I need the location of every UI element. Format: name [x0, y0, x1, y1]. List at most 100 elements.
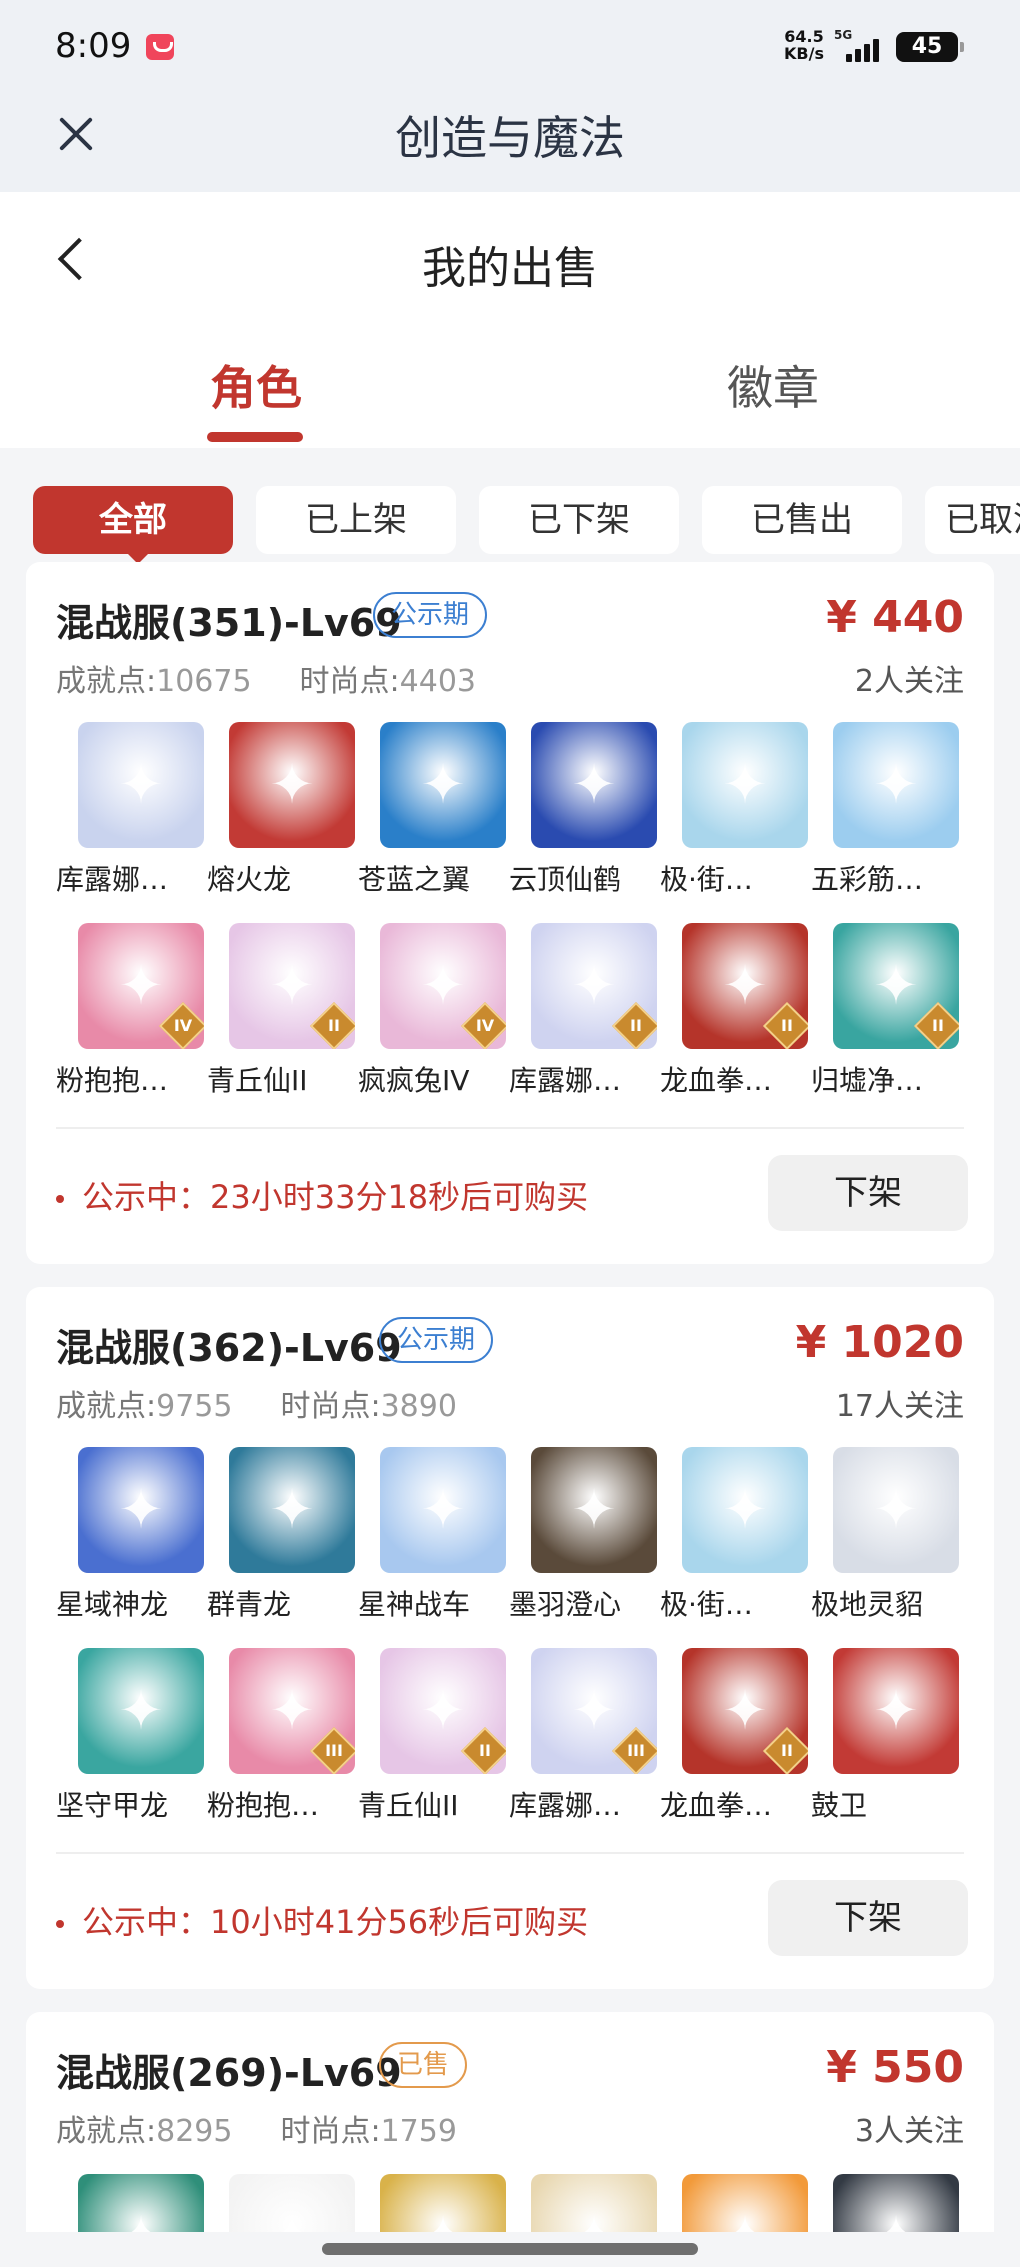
item-thumbnail: ✦ [78, 1447, 204, 1573]
item-art-icon: ✦ [118, 1478, 164, 1541]
item-tile[interactable]: ✦ 群青龙 [207, 1447, 357, 1621]
item-tile[interactable]: ✦ 熔火龙 [207, 722, 357, 896]
status-bar: 8:09 64.5 KB/s 5G 45 [0, 0, 1020, 90]
rank-label: II [630, 1016, 642, 1035]
item-tile[interactable]: ✦ II 龙血拳… [660, 923, 810, 1097]
listing-stats: 成就点:10675 时尚点:4403 [56, 656, 476, 700]
item-tile[interactable]: ✦ 星神战车 [358, 1447, 508, 1621]
rank-label: III [627, 1741, 645, 1760]
item-art-icon: ✦ [269, 753, 315, 816]
item-tile[interactable]: ✦ II 归墟净… [811, 923, 961, 1097]
delist-button[interactable]: 下架 [768, 1155, 968, 1231]
item-thumbnail: ✦ [229, 2174, 355, 2232]
item-name: 墨羽澄心 [509, 1588, 622, 1621]
fashion-label: 时尚点: [280, 2114, 381, 2149]
item-tile[interactable]: ✦ 星域神龙 [56, 1447, 206, 1621]
notice-text: 公示中：10小时41分56秒后可购买 [56, 1897, 588, 1943]
item-name: 龙血拳… [660, 1064, 773, 1097]
item-name: 青丘仙II [358, 1789, 459, 1822]
listing-card[interactable]: 混战服(351)-Lv69 公示期 成就点:10675 时尚点:4403 ¥ 44… [26, 562, 994, 1264]
listing-card[interactable]: 混战服(362)-Lv69 公示期 成就点:9755 时尚点:3890 ¥ 102… [26, 1287, 994, 1989]
item-name: 星神战车 [358, 1588, 471, 1621]
filter-all[interactable]: 全部 [33, 486, 233, 554]
item-art-icon: ✦ [269, 1478, 315, 1541]
filter-listed[interactable]: 已上架 [256, 486, 456, 554]
price: ¥ 550 [826, 2042, 964, 2093]
status-badge: 公示期 [379, 1317, 494, 1363]
item-art-icon: ✦ [420, 1478, 466, 1541]
item-tile[interactable]: ✦ II 库露娜… [509, 923, 659, 1097]
item-art-icon: ✦ [118, 1679, 164, 1742]
item-art-icon: ✦ [380, 2174, 506, 2232]
rank-label: II [781, 1741, 793, 1760]
item-name: 库露娜… [509, 1789, 622, 1822]
item-tile[interactable]: ✦ 鼓卫 [811, 1648, 961, 1822]
item-name: 坚守甲龙 [56, 1789, 169, 1822]
item-name: 五彩筋… [811, 863, 924, 896]
item-thumbnail: ✦ II [833, 923, 959, 1049]
item-tile[interactable]: ✦ II 青丘仙II [358, 1648, 508, 1822]
item-tile[interactable]: ✦ 墨羽澄心 [509, 1447, 659, 1621]
item-thumbnail: ✦ III [531, 1648, 657, 1774]
item-tile[interactable]: ✦ II 青丘仙II [207, 923, 357, 1097]
battery-icon: 45 [896, 32, 964, 62]
item-tile[interactable]: ✦ 坚守甲龙 [56, 1648, 206, 1822]
item-tile[interactable]: ✦ [56, 2174, 206, 2232]
item-art-icon: ✦ [78, 2174, 204, 2232]
item-tile[interactable]: ✦ 极·街… [660, 722, 810, 896]
item-tile[interactable]: ✦ [207, 2174, 357, 2232]
item-tile[interactable]: ✦ 云顶仙鹤 [509, 722, 659, 896]
fashion-value: 1759 [380, 2114, 457, 2149]
item-tile[interactable]: ✦ 极·街… [660, 1447, 810, 1621]
item-name: 青丘仙II [207, 1064, 308, 1097]
item-name: 熔火龙 [207, 863, 292, 896]
signal-icon [846, 38, 882, 62]
price: ¥ 440 [826, 592, 964, 643]
item-thumbnail: ✦ [682, 2174, 808, 2232]
item-tile[interactable]: ✦ [811, 2174, 961, 2232]
listing-title: 混战服(269)-Lv69 [56, 2051, 402, 2095]
item-tile[interactable]: ✦ [358, 2174, 508, 2232]
notification-app-icon [146, 34, 174, 60]
delist-button[interactable]: 下架 [768, 1880, 968, 1956]
item-tile[interactable]: ✦ IV 粉抱抱… [56, 923, 206, 1097]
item-name: 粉抱抱… [56, 1064, 169, 1097]
item-tile[interactable]: ✦ 五彩筋… [811, 722, 961, 896]
item-art-icon: ✦ [118, 753, 164, 816]
item-thumbnail: ✦ [380, 2174, 506, 2232]
item-art-icon: ✦ [571, 1478, 617, 1541]
item-tile[interactable]: ✦ III 库露娜… [509, 1648, 659, 1822]
fashion-value: 4403 [399, 664, 477, 699]
tab-badge[interactable]: 徽章 [727, 352, 819, 418]
achievement-value: 9755 [156, 1389, 233, 1424]
item-tile[interactable]: ✦ 苍蓝之翼 [358, 722, 508, 896]
item-tile[interactable]: ✦ 极地灵貂 [811, 1447, 961, 1621]
item-thumbnail: ✦ [682, 722, 808, 848]
item-thumbnail: ✦ II [682, 923, 808, 1049]
tab-role[interactable]: 角色 [210, 352, 302, 418]
fashion-label: 时尚点: [299, 664, 400, 699]
item-tile[interactable]: ✦ [509, 2174, 659, 2232]
status-badge: 公示期 [373, 592, 488, 638]
rank-label: II [932, 1016, 944, 1035]
achievement-value: 10675 [156, 664, 252, 699]
item-tile[interactable]: ✦ [660, 2174, 810, 2232]
divider [56, 1127, 964, 1129]
filter-sold[interactable]: 已售出 [702, 486, 902, 554]
item-thumbnail: ✦ [531, 722, 657, 848]
item-tile[interactable]: ✦ 库露娜… [56, 722, 206, 896]
filter-cancelled[interactable]: 已取消 [925, 486, 1020, 554]
listing-card[interactable]: 混战服(269)-Lv69 已售 成就点:8295 时尚点:1759 ¥ 550 … [26, 2012, 994, 2232]
rank-label: II [479, 1741, 491, 1760]
item-tile[interactable]: ✦ IV 疯疯兔IV [358, 923, 508, 1097]
item-art-icon: ✦ [682, 2174, 808, 2232]
item-tile[interactable]: ✦ III 粉抱抱… [207, 1648, 357, 1822]
item-art-icon: ✦ [722, 1478, 768, 1541]
item-art-icon: ✦ [873, 1679, 919, 1742]
item-thumbnail: ✦ [833, 1648, 959, 1774]
item-tile[interactable]: ✦ II 龙血拳… [660, 1648, 810, 1822]
item-thumbnail: ✦ III [229, 1648, 355, 1774]
item-name: 鼓卫 [811, 1789, 868, 1822]
item-name: 云顶仙鹤 [509, 863, 622, 896]
filter-delisted[interactable]: 已下架 [479, 486, 679, 554]
